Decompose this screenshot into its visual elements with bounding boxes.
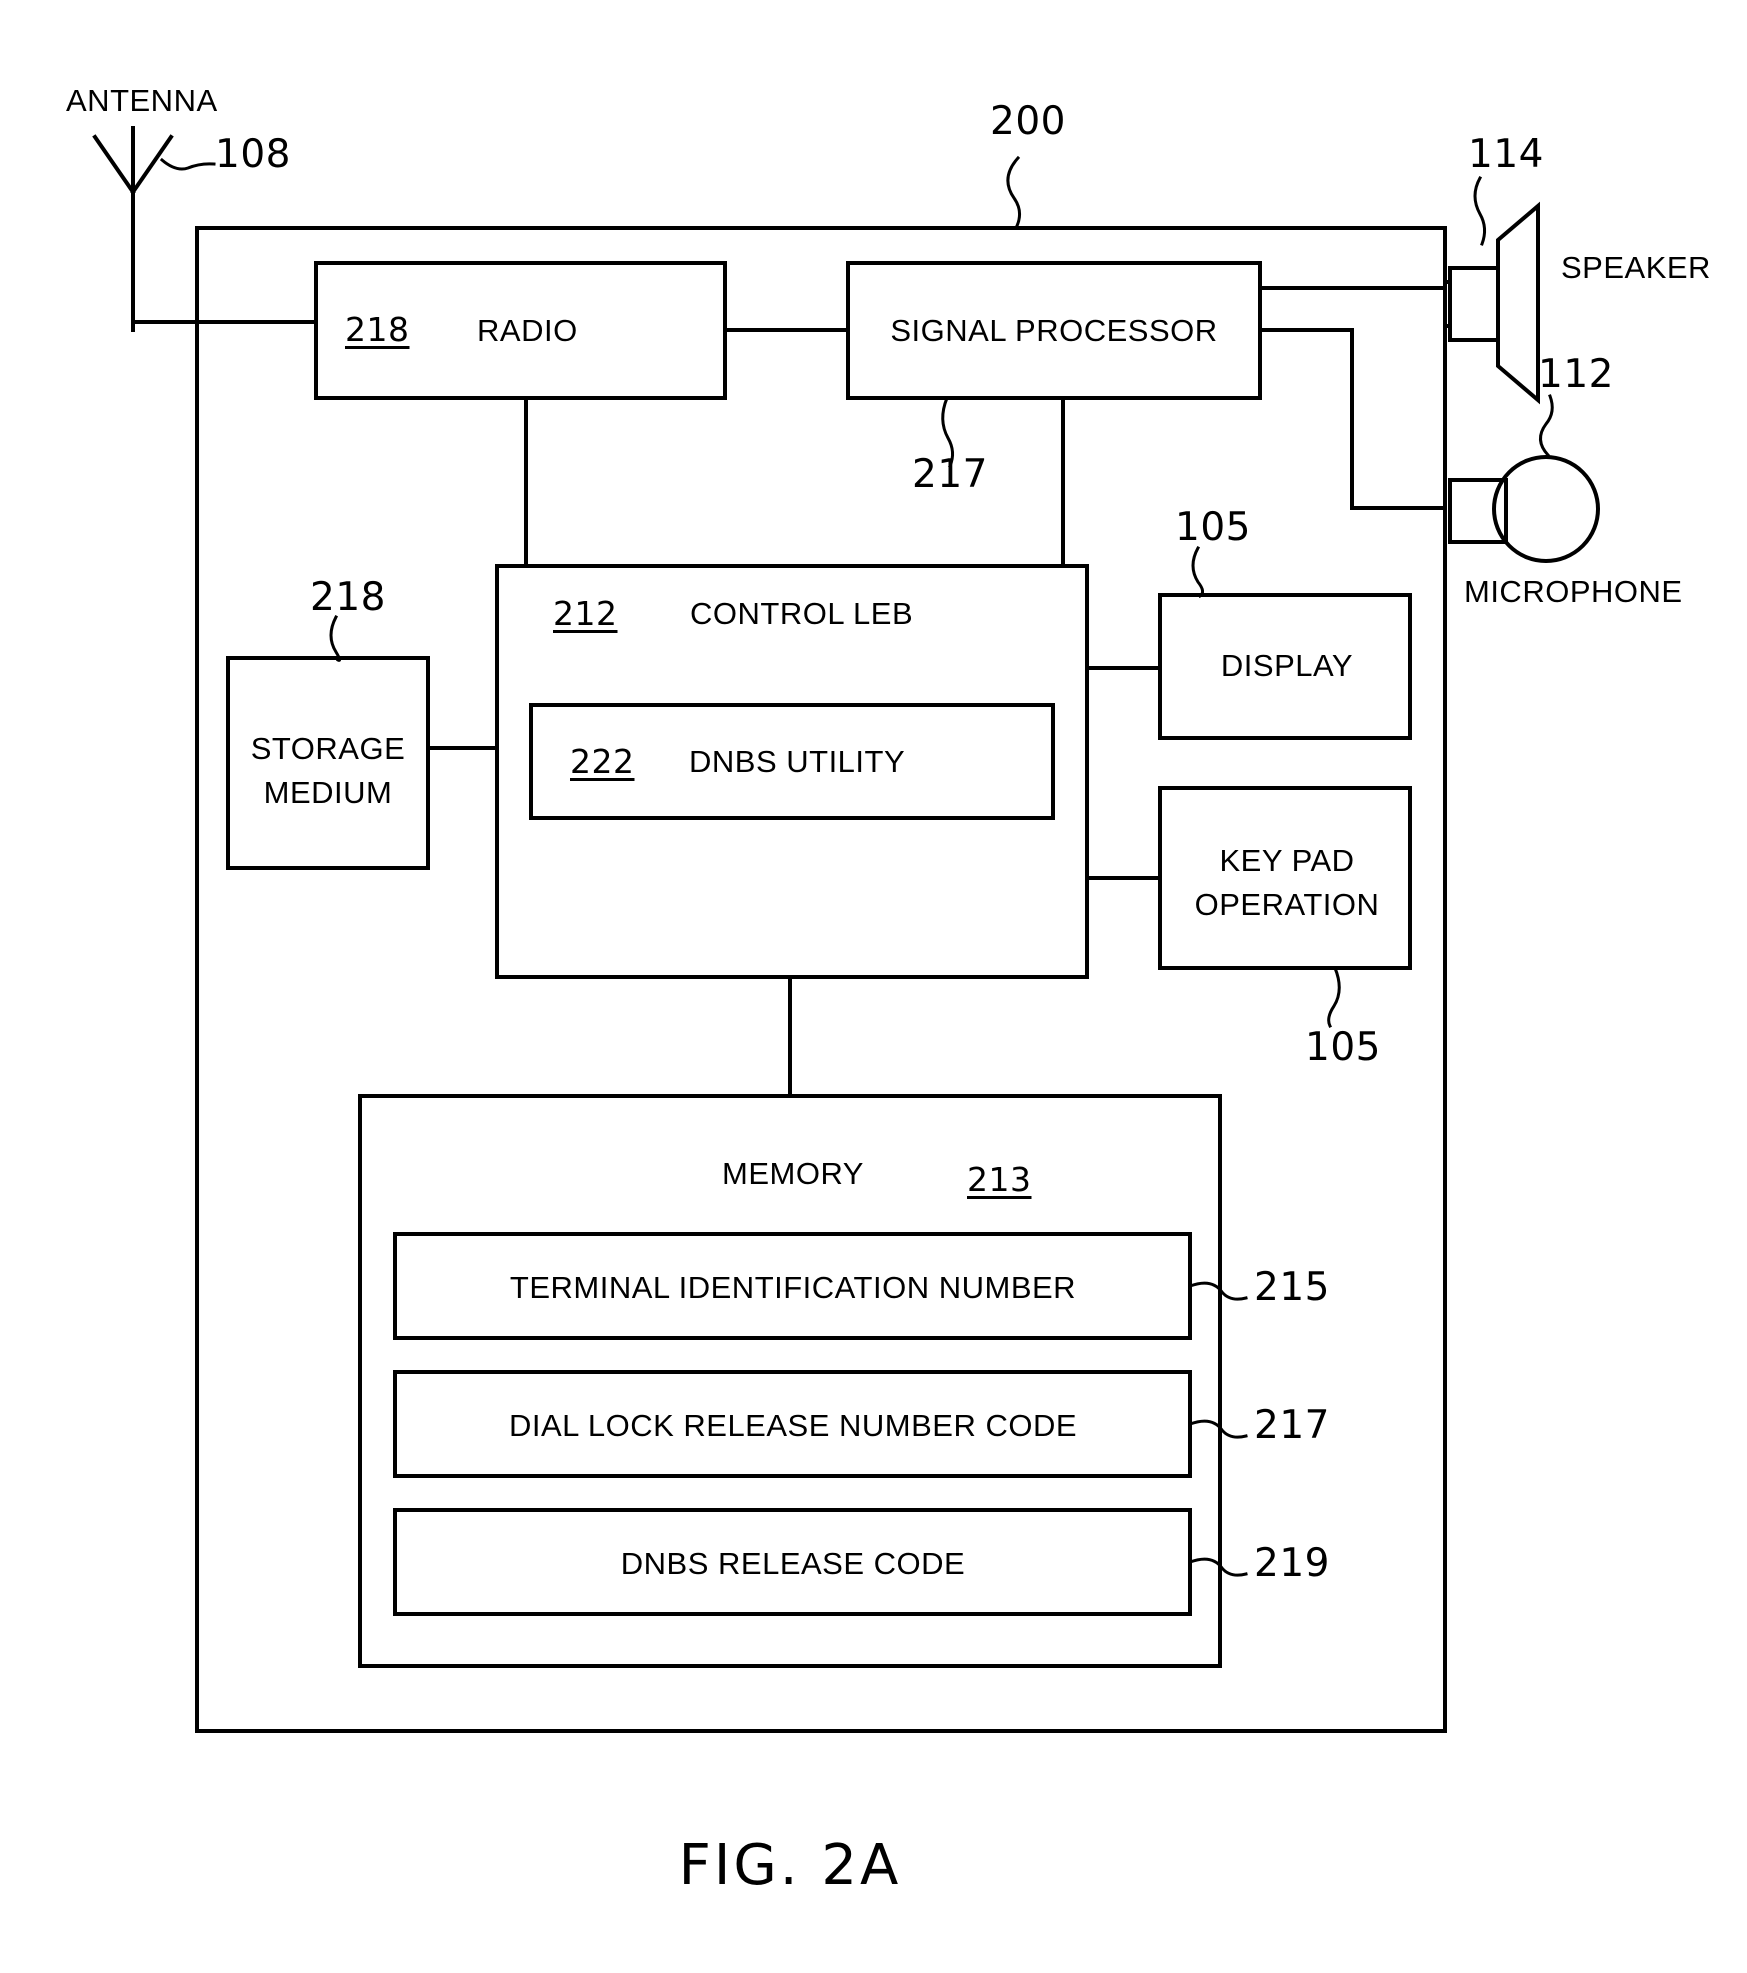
memory-ref: 213 xyxy=(967,1160,1032,1199)
memory-label: MEMORY xyxy=(722,1156,864,1191)
storage-medium-label-line2: MEDIUM xyxy=(263,775,393,810)
memory-entry-label-1: DIAL LOCK RELEASE NUMBER CODE xyxy=(508,1408,1078,1443)
microphone-capsule xyxy=(1492,455,1600,563)
display-ref: 105 xyxy=(1175,505,1251,550)
display-label: DISPLAY xyxy=(1220,648,1354,683)
memory-entry-label-2: DNBS RELEASE CODE xyxy=(620,1546,966,1581)
leader-218-storage xyxy=(329,614,342,662)
leader-105-keypad xyxy=(1327,966,1341,1029)
memory-entry-ref-0: 215 xyxy=(1254,1265,1330,1310)
speaker-body xyxy=(1448,266,1500,342)
leader-200 xyxy=(1006,155,1021,231)
leader-105-display xyxy=(1191,545,1205,599)
radio-ref: 218 xyxy=(345,310,410,349)
radio-label: RADIO xyxy=(477,313,578,348)
figure-caption: FIG. 2A xyxy=(678,1833,902,1898)
leader-114 xyxy=(1473,175,1487,246)
antenna-label: ANTENNA xyxy=(66,83,218,118)
device-housing xyxy=(195,226,1447,1733)
control-leb-ref: 212 xyxy=(553,594,618,633)
signal-processor-label: SIGNAL PROCESSOR xyxy=(890,313,1218,348)
system-ref: 200 xyxy=(990,99,1066,144)
memory-entry-label-0: TERMINAL IDENTIFICATION NUMBER xyxy=(509,1270,1077,1305)
speaker-cone xyxy=(1496,201,1540,405)
sp-to-mic-link xyxy=(1258,328,1447,510)
leader-112 xyxy=(1539,394,1554,458)
antenna-arm-right xyxy=(130,134,174,195)
keypad-label-line1: KEY PAD xyxy=(1219,843,1355,878)
control-leb-label: CONTROL LEB xyxy=(690,596,914,631)
block-diagram-lines xyxy=(92,126,1600,1733)
keypad-block xyxy=(1158,786,1412,970)
patent-figure: ANTENNA 108 200 218 RADIO SIGNAL PROCESS… xyxy=(0,0,1747,1973)
antenna-ref: 108 xyxy=(215,132,291,177)
storage-medium-ref: 218 xyxy=(310,575,386,620)
dnbs-utility-label: DNBS UTILITY xyxy=(689,744,906,779)
storage-medium-label-line1: STORAGE xyxy=(250,731,406,766)
speaker-ref: 114 xyxy=(1468,132,1544,177)
antenna-arm-left xyxy=(92,134,136,195)
speaker-label: SPEAKER xyxy=(1561,250,1711,285)
microphone-ref: 112 xyxy=(1538,352,1614,397)
keypad-label-line2: OPERATION xyxy=(1194,887,1380,922)
keypad-ref: 105 xyxy=(1305,1025,1381,1070)
dnbs-utility-ref: 222 xyxy=(570,742,635,781)
leader-108 xyxy=(159,157,216,171)
microphone-label: MICROPHONE xyxy=(1464,574,1683,609)
signal-processor-ref: 217 xyxy=(912,452,988,497)
memory-entry-ref-2: 219 xyxy=(1254,1541,1330,1586)
memory-entry-ref-1: 217 xyxy=(1254,1403,1330,1448)
